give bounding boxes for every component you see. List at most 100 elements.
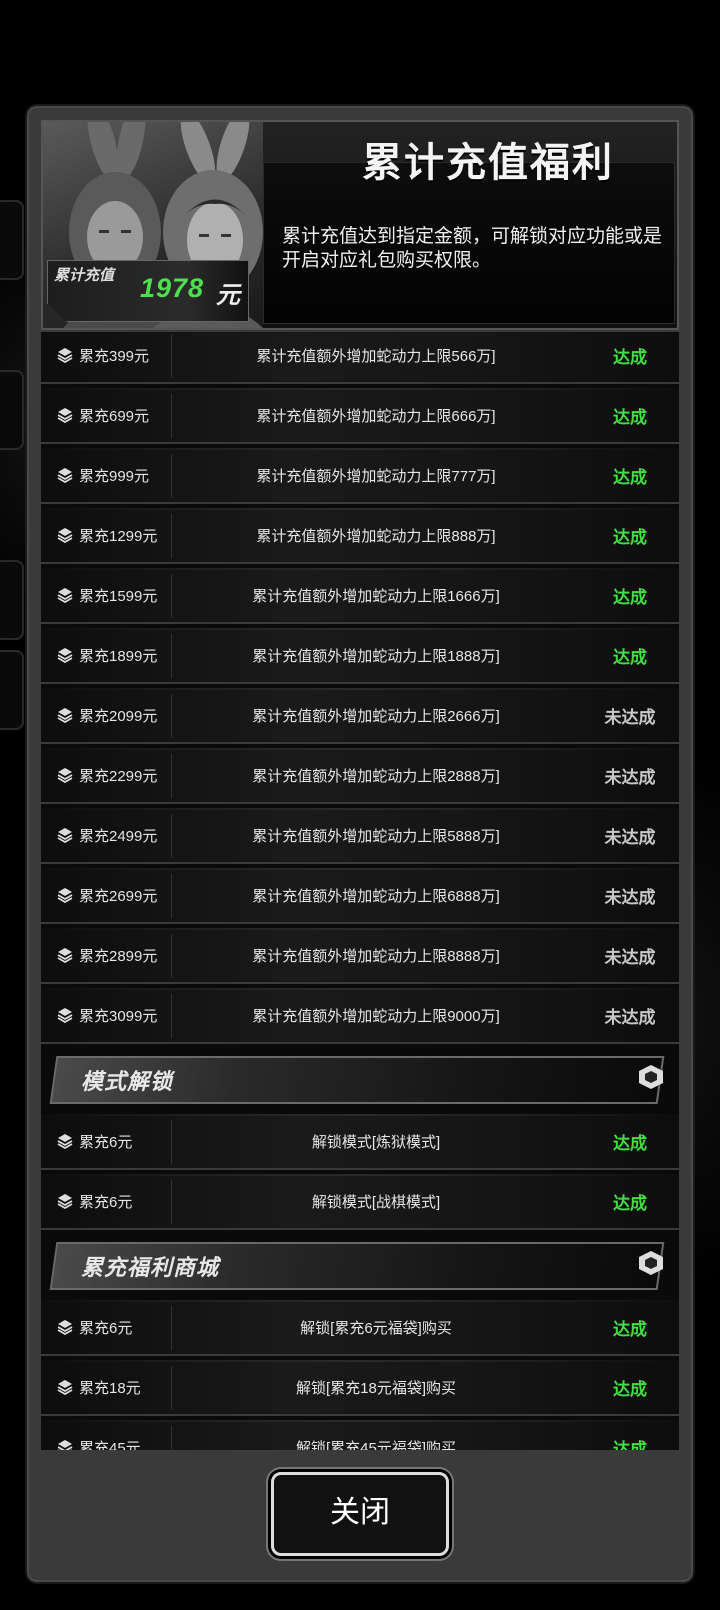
stack-icon bbox=[57, 1439, 75, 1450]
row-amount: 累充1599元 bbox=[79, 588, 158, 605]
row-description: 解锁[累充18元福袋]购买 bbox=[295, 1380, 457, 1397]
row-description: 解锁模式[炼狱模式] bbox=[311, 1134, 441, 1151]
stack-icon bbox=[57, 527, 75, 545]
list-item: 累充1899元 累计充值额外增加蛇动力上限1888万] 达成 bbox=[41, 628, 679, 684]
row-status: 达成 bbox=[613, 1320, 647, 1339]
stack-icon bbox=[57, 1193, 75, 1211]
row-description: 解锁[累充6元福袋]购买 bbox=[300, 1320, 452, 1337]
row-amount: 累充1899元 bbox=[79, 648, 158, 665]
character-portrait: 累计充值 1978 元 bbox=[43, 122, 263, 328]
row-description: 累计充值额外增加蛇动力上限566万] bbox=[256, 348, 496, 365]
row-status: 达成 bbox=[613, 648, 647, 667]
row-description: 累计充值额外增加蛇动力上限666万] bbox=[256, 408, 496, 425]
row-status: 达成 bbox=[613, 1440, 647, 1450]
row-description: 累计充值额外增加蛇动力上限888万] bbox=[256, 528, 496, 545]
list-item: 累充999元 累计充值额外增加蛇动力上限777万] 达成 bbox=[41, 448, 679, 504]
stack-icon bbox=[57, 887, 75, 905]
row-status: 达成 bbox=[613, 1134, 647, 1153]
stack-icon bbox=[57, 707, 75, 725]
background-side-tab bbox=[0, 370, 24, 450]
row-status: 未达成 bbox=[604, 708, 656, 727]
row-amount: 累充6元 bbox=[79, 1194, 133, 1211]
row-divider bbox=[171, 874, 172, 918]
section-title: 累充福利商城 bbox=[81, 1255, 220, 1280]
row-status: 未达成 bbox=[604, 888, 656, 907]
row-status: 达成 bbox=[613, 588, 647, 607]
list-item: 累充2699元 累计充值额外增加蛇动力上限6888万] 未达成 bbox=[41, 868, 679, 924]
list-item: 累充2299元 累计充值额外增加蛇动力上限2888万] 未达成 bbox=[41, 748, 679, 804]
list-item: 累充2499元 累计充值额外增加蛇动力上限5888万] 未达成 bbox=[41, 808, 679, 864]
row-divider bbox=[171, 1306, 172, 1350]
stack-icon bbox=[57, 827, 75, 845]
stack-icon bbox=[57, 1007, 75, 1025]
row-amount: 累充2699元 bbox=[79, 888, 158, 905]
list-item: 累充3099元 累计充值额外增加蛇动力上限9000万] 未达成 bbox=[41, 988, 679, 1044]
row-amount: 累充45元 bbox=[79, 1440, 141, 1450]
row-status: 未达成 bbox=[604, 1008, 656, 1027]
list-item: 累充6元 解锁[累充6元福袋]购买 达成 bbox=[41, 1300, 679, 1356]
row-description: 累计充值额外增加蛇动力上限1888万] bbox=[252, 648, 500, 665]
reward-list[interactable]: 累充399元 累计充值额外增加蛇动力上限566万] 达成 累充699元 累计充值额外增加… bbox=[41, 332, 679, 1450]
row-divider bbox=[171, 1120, 172, 1164]
stack-icon bbox=[57, 407, 75, 425]
stack-icon bbox=[57, 1379, 75, 1397]
background-side-tab bbox=[0, 650, 24, 730]
row-divider bbox=[171, 994, 172, 1038]
stack-icon bbox=[57, 767, 75, 785]
section-header: 模式解锁 bbox=[41, 1052, 679, 1108]
row-status: 达成 bbox=[613, 1380, 647, 1399]
row-status: 达成 bbox=[613, 468, 647, 487]
stack-icon bbox=[57, 467, 75, 485]
row-amount: 累充1299元 bbox=[79, 528, 158, 545]
row-status: 达成 bbox=[613, 1194, 647, 1213]
row-amount: 累充999元 bbox=[79, 468, 150, 485]
row-divider bbox=[171, 1180, 172, 1224]
row-description: 累计充值额外增加蛇动力上限5888万] bbox=[252, 828, 500, 845]
row-divider bbox=[171, 334, 172, 378]
list-item: 累充699元 累计充值额外增加蛇动力上限666万] 达成 bbox=[41, 388, 679, 444]
row-divider bbox=[171, 934, 172, 978]
row-description: 累计充值额外增加蛇动力上限777万] bbox=[256, 468, 496, 485]
row-divider bbox=[171, 514, 172, 558]
row-description: 累计充值额外增加蛇动力上限9000万] bbox=[252, 1008, 500, 1025]
row-amount: 累充699元 bbox=[79, 408, 150, 425]
list-item: 累充1299元 累计充值额外增加蛇动力上限888万] 达成 bbox=[41, 508, 679, 564]
stack-icon bbox=[57, 587, 75, 605]
list-item: 累充6元 解锁模式[战棋模式] 达成 bbox=[41, 1174, 679, 1230]
stack-icon bbox=[57, 1319, 75, 1337]
background-side-tab bbox=[0, 200, 24, 280]
row-divider bbox=[171, 814, 172, 858]
row-divider bbox=[171, 634, 172, 678]
row-status: 达成 bbox=[613, 348, 647, 367]
row-amount: 累充2899元 bbox=[79, 948, 158, 965]
row-description: 累计充值额外增加蛇动力上限2666万] bbox=[252, 708, 500, 725]
row-description: 累计充值额外增加蛇动力上限8888万] bbox=[252, 948, 500, 965]
reward-list-content: 累充399元 累计充值额外增加蛇动力上限566万] 达成 累充699元 累计充值额外增加… bbox=[41, 332, 679, 1450]
description-text: 累计充值达到指定金额，可解锁对应功能或是开启对应礼包购买权限。 bbox=[282, 226, 663, 271]
row-amount: 累充3099元 bbox=[79, 1008, 158, 1025]
stack-icon bbox=[57, 947, 75, 965]
row-divider bbox=[171, 574, 172, 618]
row-divider bbox=[171, 754, 172, 798]
close-button[interactable]: 关闭 bbox=[271, 1472, 449, 1556]
section-title: 模式解锁 bbox=[81, 1069, 174, 1094]
row-description: 累计充值额外增加蛇动力上限6888万] bbox=[252, 888, 500, 905]
row-amount: 累充2499元 bbox=[79, 828, 158, 845]
list-item: 累充6元 解锁模式[炼狱模式] 达成 bbox=[41, 1114, 679, 1170]
list-item: 累充45元 解锁[累充45元福袋]购买 达成 bbox=[41, 1420, 679, 1450]
row-description: 累计充值额外增加蛇动力上限1666万] bbox=[252, 588, 500, 605]
stack-icon bbox=[57, 647, 75, 665]
row-description: 解锁[累充45元福袋]购买 bbox=[295, 1440, 457, 1450]
total-recharge-badge: 累计充值 1978 元 bbox=[47, 260, 249, 322]
row-divider bbox=[171, 1426, 172, 1450]
row-amount: 累充18元 bbox=[79, 1380, 141, 1397]
stack-icon bbox=[57, 347, 75, 365]
page-title: 累计充值福利 bbox=[362, 141, 614, 185]
row-divider bbox=[171, 694, 172, 738]
row-description: 累计充值额外增加蛇动力上限2888万] bbox=[252, 768, 500, 785]
row-status: 达成 bbox=[613, 528, 647, 547]
row-description: 解锁模式[战棋模式] bbox=[311, 1194, 441, 1211]
total-recharge-unit: 元 bbox=[216, 282, 240, 309]
list-item: 累充2899元 累计充值额外增加蛇动力上限8888万] 未达成 bbox=[41, 928, 679, 984]
list-item: 累充18元 解锁[累充18元福袋]购买 达成 bbox=[41, 1360, 679, 1416]
